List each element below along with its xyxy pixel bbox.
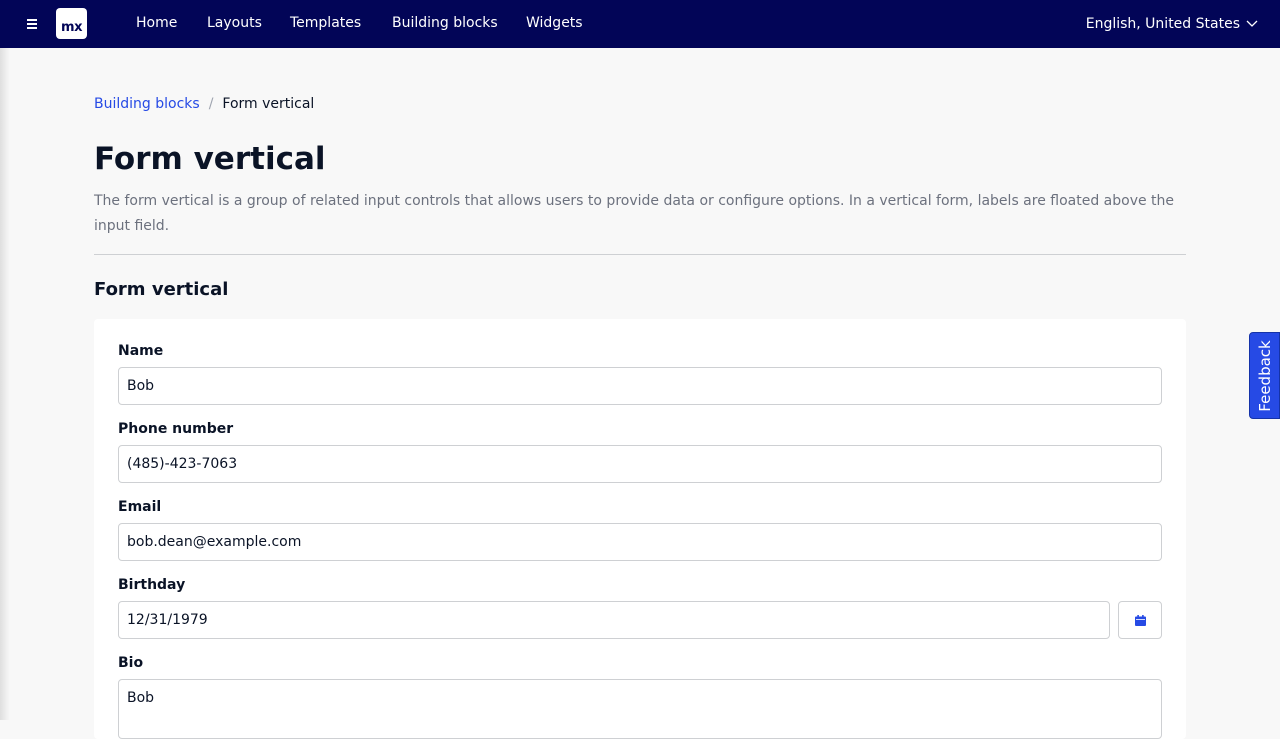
app-logo[interactable]: mx (56, 8, 87, 39)
email-input[interactable] (118, 523, 1162, 561)
divider (94, 254, 1186, 255)
menu-icon[interactable] (22, 14, 42, 34)
nav-templates[interactable]: Templates (290, 15, 361, 31)
page-description: The form vertical is a group of related … (94, 193, 1175, 234)
breadcrumb: Building blocks / Form vertical (94, 96, 314, 112)
feedback-label: Feedback (1255, 339, 1274, 412)
nav-home[interactable]: Home (136, 15, 177, 31)
sidebar-edge (0, 48, 10, 720)
breadcrumb-current: Form vertical (222, 96, 315, 112)
nav-widgets[interactable]: Widgets (526, 15, 583, 31)
top-bar: mx Home Layouts Templates Building block… (0, 0, 1280, 48)
breadcrumb-building-blocks[interactable]: Building blocks (94, 96, 200, 112)
email-label: Email (118, 499, 162, 515)
name-input[interactable] (118, 367, 1162, 405)
language-selector[interactable]: English, United States (1086, 16, 1240, 32)
birthday-input[interactable] (118, 601, 1110, 639)
calendar-icon (1135, 615, 1146, 626)
phone-label: Phone number (118, 421, 234, 437)
calendar-button[interactable] (1118, 601, 1162, 639)
birthday-label: Birthday (118, 577, 186, 593)
section-title: Form vertical (94, 279, 229, 300)
feedback-tab[interactable]: Feedback (1249, 332, 1280, 419)
page-title: Form vertical (94, 141, 326, 177)
chevron-down-icon[interactable] (1246, 17, 1258, 29)
name-label: Name (118, 343, 164, 359)
breadcrumb-separator: / (208, 96, 214, 112)
nav-layouts[interactable]: Layouts (207, 15, 262, 31)
form-card: Name Phone number Email Birthday Bio (94, 319, 1186, 739)
bio-label: Bio (118, 655, 144, 671)
nav-building-blocks[interactable]: Building blocks (392, 15, 498, 31)
bio-textarea[interactable] (118, 679, 1162, 739)
phone-input[interactable] (118, 445, 1162, 483)
